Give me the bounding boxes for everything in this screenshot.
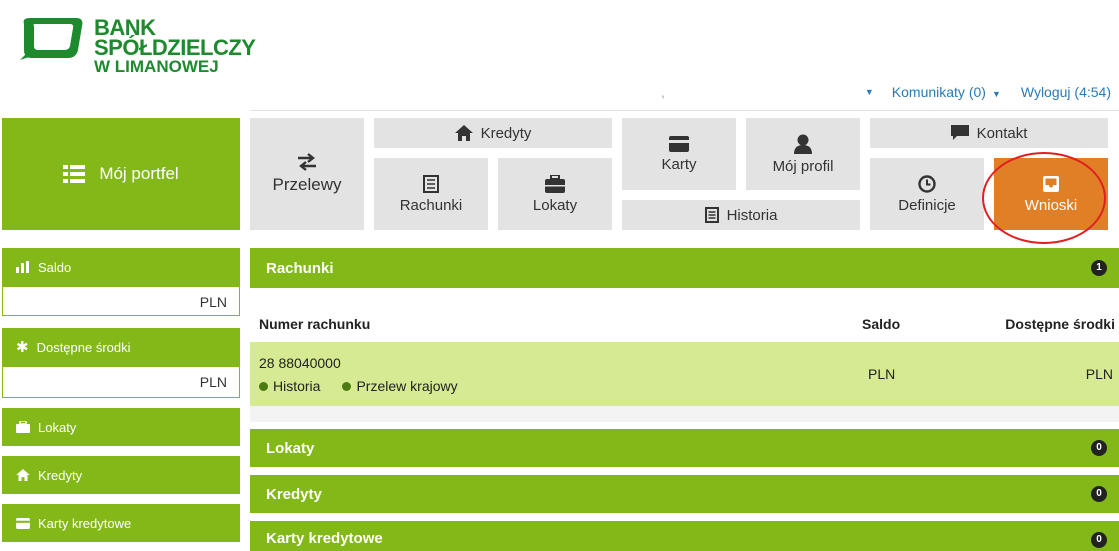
bank-name-line1: BANK SPÓŁDZIELCZY — [94, 15, 256, 60]
table-footer-strip — [250, 406, 1119, 422]
ledger-icon — [704, 207, 719, 223]
briefcase-icon — [16, 421, 30, 433]
nav-lokaty-label: Lokaty — [532, 196, 578, 214]
sidebar-saldo-label: Saldo — [38, 259, 72, 275]
user-icon — [794, 134, 812, 154]
highlight-ring — [982, 152, 1106, 244]
account-number: 28 88040000 — [259, 355, 341, 371]
accounts-table-header: Numer rachunku Saldo Dostępne środki — [250, 314, 1119, 338]
sidebar-dostepne-label: Dostępne środki — [36, 339, 131, 355]
sidebar-dostepne-header[interactable]: ✱ Dostępne środki — [2, 328, 240, 366]
nav-przelewy-label: Przelewy — [272, 175, 342, 194]
nav-my-profile[interactable]: Mój profil — [746, 118, 860, 190]
sidebar-kredyty[interactable]: Kredyty — [2, 456, 240, 494]
panel-rachunki[interactable]: Rachunki 1 — [250, 248, 1119, 288]
sidebar-dostepne-value: PLN — [2, 366, 240, 398]
bar-chart-icon — [16, 261, 29, 273]
account-saldo: PLN — [868, 366, 896, 382]
panel-karty-title: Karty kredytowe — [266, 530, 383, 547]
top-links: , ▼ Komunikaty (0) ▼ Wyloguj (4:54) — [661, 84, 1111, 100]
nav-definicje-label: Definicje — [898, 196, 956, 214]
list-icon — [63, 165, 86, 183]
user-dropdown-caret-icon[interactable]: ▼ — [865, 87, 874, 97]
bank-name-line2: W LIMANOWEJ — [94, 57, 219, 76]
nav-karty[interactable]: Karty — [622, 118, 736, 190]
home-icon — [454, 125, 473, 141]
nav-historia-label: Historia — [726, 206, 778, 224]
credit-card-icon — [669, 135, 689, 152]
nav-rachunki-label: Rachunki — [399, 196, 463, 214]
chat-icon — [950, 125, 969, 140]
komunikaty-caret-icon: ▼ — [991, 89, 1001, 99]
nav-przelewy[interactable]: Przelewy — [250, 118, 364, 230]
briefcase-icon — [545, 174, 565, 193]
ledger-icon — [423, 174, 439, 193]
header-divider — [250, 110, 1119, 111]
panel-karty-kredytowe[interactable]: Karty kredytowe 0 — [250, 521, 1119, 551]
bank-name: BANK SPÓŁDZIELCZY W LIMANOWEJ — [94, 15, 318, 77]
bank-logo[interactable]: BANK SPÓŁDZIELCZY W LIMANOWEJ — [18, 14, 318, 76]
komunikaty-link[interactable]: Komunikaty (0) ▼ — [892, 84, 1001, 100]
sidebar-karty-label: Karty kredytowe — [38, 515, 132, 531]
panel-lokaty[interactable]: Lokaty 0 — [250, 429, 1119, 467]
count-badge: 1 — [1091, 260, 1107, 276]
col-saldo: Saldo — [862, 316, 901, 332]
nav-my-profile-label: Mój profil — [772, 157, 834, 175]
table-row[interactable]: 28 88040000 Historia Przelew krajowy PLN… — [250, 342, 1119, 406]
sidebar-saldo-value: PLN — [2, 286, 240, 316]
historia-link[interactable]: Historia — [259, 378, 320, 394]
panel-rachunki-title: Rachunki — [266, 259, 334, 277]
nav-kontakt[interactable]: Kontakt — [870, 118, 1108, 148]
panel-kredyty[interactable]: Kredyty 0 — [250, 475, 1119, 513]
sidebar-kredyty-label: Kredyty — [38, 467, 83, 483]
credit-card-icon — [16, 517, 30, 529]
row-links: Historia Przelew krajowy — [259, 378, 458, 394]
account-dostepne: PLN — [1085, 366, 1113, 382]
komunikaty-label: Komunikaty (0) — [891, 84, 986, 100]
nav-definicje[interactable]: Definicje — [870, 158, 984, 230]
nav-my-portfolio[interactable]: Mój portfel — [2, 118, 240, 230]
asterisk-icon: ✱ — [16, 339, 29, 356]
home-icon — [16, 469, 30, 481]
col-dostepne-srodki: Dostępne środki — [1005, 316, 1115, 332]
sidebar-lokaty-label: Lokaty — [38, 419, 77, 435]
count-badge: 0 — [1091, 440, 1107, 456]
user-dot: , — [660, 84, 665, 100]
logout-link[interactable]: Wyloguj (4:54) — [1021, 84, 1111, 100]
przelew-krajowy-link[interactable]: Przelew krajowy — [342, 378, 457, 394]
nav-kredyty[interactable]: Kredyty — [374, 118, 612, 148]
sidebar-karty-kredytowe[interactable]: Karty kredytowe — [2, 504, 240, 542]
nav-kontakt-label: Kontakt — [976, 124, 1028, 142]
nav-my-portfolio-label: Mój portfel — [99, 164, 179, 183]
nav-kredyty-label: Kredyty — [480, 124, 532, 142]
sidebar-lokaty[interactable]: Lokaty — [2, 408, 240, 446]
col-numer-rachunku: Numer rachunku — [259, 316, 371, 332]
count-badge: 0 — [1091, 532, 1107, 548]
nav-rachunki[interactable]: Rachunki — [374, 158, 488, 230]
panel-lokaty-title: Lokaty — [266, 439, 315, 457]
clock-icon — [918, 174, 936, 193]
sidebar-saldo-header[interactable]: Saldo — [2, 248, 240, 286]
panel-kredyty-title: Kredyty — [266, 485, 322, 503]
transfer-arrows-icon — [298, 153, 316, 171]
nav-historia[interactable]: Historia — [622, 200, 860, 230]
nav-karty-label: Karty — [661, 155, 697, 173]
bank-logo-icon — [20, 18, 83, 60]
nav-lokaty[interactable]: Lokaty — [498, 158, 612, 230]
count-badge: 0 — [1091, 486, 1107, 502]
